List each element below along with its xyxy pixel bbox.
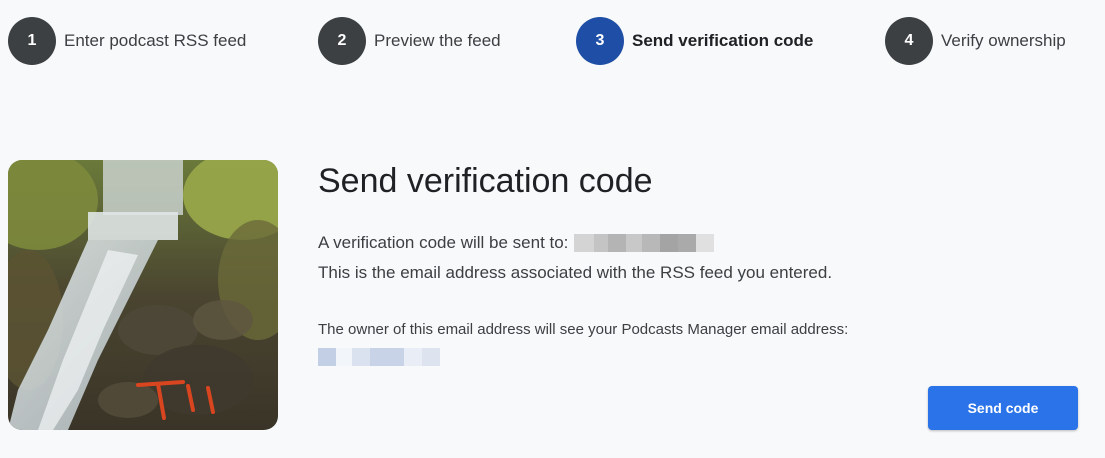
step-4[interactable]: 4 Verify ownership <box>885 17 1066 65</box>
podcast-artwork <box>8 160 278 430</box>
step-label: Verify ownership <box>941 31 1066 50</box>
stepper: 1 Enter podcast RSS feed 2 Preview the f… <box>0 17 1105 65</box>
page: 1 Enter podcast RSS feed 2 Preview the f… <box>0 0 1105 458</box>
redacted-manager-email <box>318 348 1098 366</box>
step-number: 4 <box>885 17 933 65</box>
step-label: Send verification code <box>632 31 814 50</box>
association-text: This is the email address associated wit… <box>318 263 833 282</box>
page-title: Send verification code <box>318 162 653 200</box>
owner-note: The owner of this email address will see… <box>318 321 849 338</box>
sent-to-line: A verification code will be sent to: <box>318 230 1098 256</box>
waterfall-image <box>8 160 278 430</box>
send-code-button[interactable]: Send code <box>928 386 1078 430</box>
step-number: 3 <box>576 17 624 65</box>
step-1[interactable]: 1 Enter podcast RSS feed <box>8 17 246 65</box>
sent-to-text: A verification code will be sent to: <box>318 233 569 252</box>
step-number: 2 <box>318 17 366 65</box>
step-number: 1 <box>8 17 56 65</box>
step-3[interactable]: 3 Send verification code <box>576 17 813 65</box>
step-label: Preview the feed <box>374 31 501 50</box>
redacted-email <box>574 234 715 252</box>
main-content: Send verification code A verification co… <box>318 158 1098 366</box>
step-2[interactable]: 2 Preview the feed <box>318 17 501 65</box>
step-label: Enter podcast RSS feed <box>64 31 247 50</box>
